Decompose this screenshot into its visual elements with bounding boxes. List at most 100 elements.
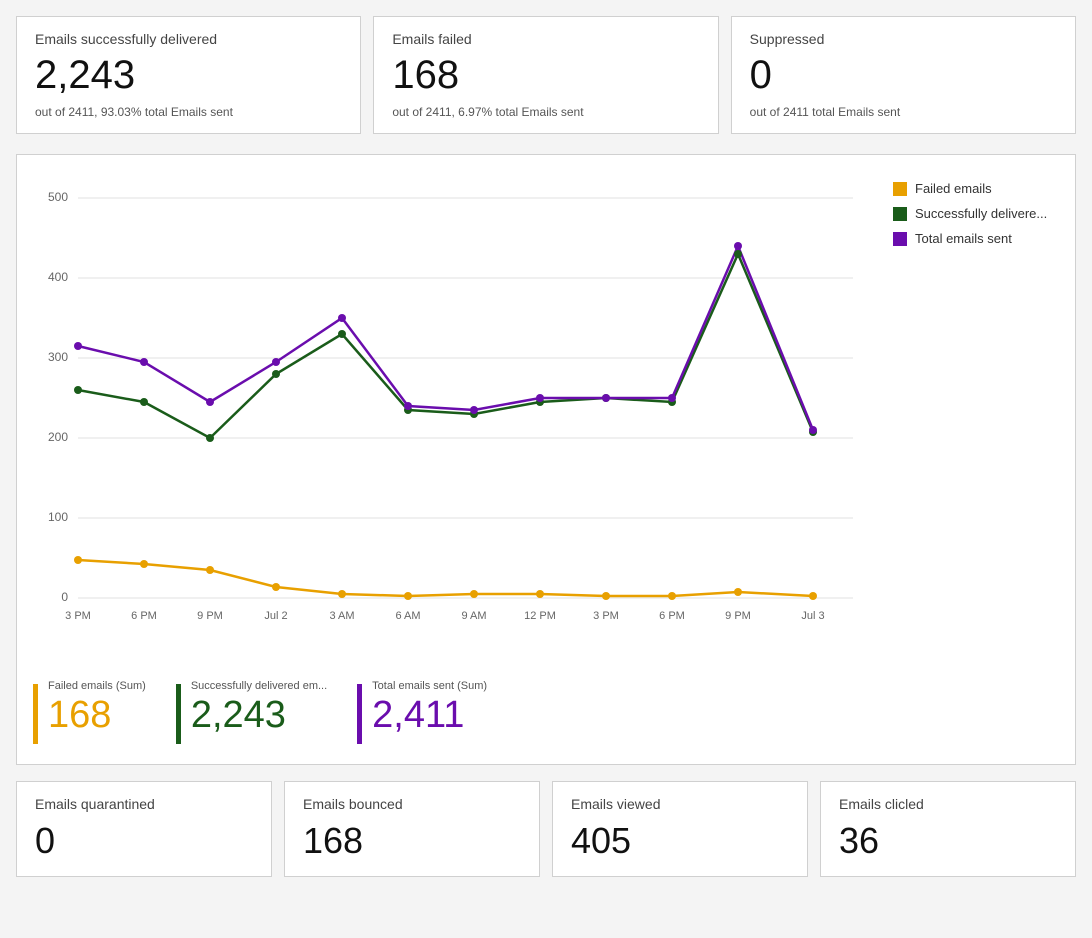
green-dot-3 [206,434,214,442]
purple-line [78,246,813,430]
chart-section: 500 400 300 200 100 0 [16,154,1076,765]
card-bounced-title: Emails bounced [303,796,521,812]
svg-text:9 AM: 9 AM [461,610,486,622]
purple-dot-11 [734,242,742,250]
card-clicked: Emails clicled 36 [820,781,1076,877]
orange-dot-12 [809,592,817,600]
svg-text:100: 100 [48,510,68,524]
legend-total-label: Total emails sent [915,231,1012,246]
card-suppressed-title: Suppressed [750,31,1057,47]
orange-dot-6 [404,592,412,600]
svg-text:500: 500 [48,190,68,204]
summary-failed: Failed emails (Sum) 168 [33,680,146,744]
summary-failed-label: Failed emails (Sum) [48,680,146,692]
orange-dot-7 [470,590,478,598]
legend-total: Total emails sent [893,231,1059,246]
legend-delivered-color [893,207,907,221]
orange-dot-5 [338,590,346,598]
summary-delivered-content: Successfully delivered em... 2,243 [191,680,327,734]
bottom-cards-section: Emails quarantined 0 Emails bounced 168 … [16,781,1076,877]
svg-text:Jul 3: Jul 3 [801,610,824,622]
summary-delivered: Successfully delivered em... 2,243 [176,680,327,744]
card-clicked-title: Emails clicled [839,796,1057,812]
purple-dot-4 [272,358,280,366]
chart-area: 500 400 300 200 100 0 [33,171,873,656]
orange-dot-3 [206,566,214,574]
purple-dot-10 [668,394,676,402]
summary-failed-value: 168 [48,696,146,734]
card-viewed-title: Emails viewed [571,796,789,812]
card-quarantined-value: 0 [35,820,253,862]
legend-total-color [893,232,907,246]
orange-dot-9 [602,592,610,600]
orange-dot-10 [668,592,676,600]
summary-total-bar [357,684,362,744]
svg-text:6 PM: 6 PM [659,610,685,622]
svg-text:3 PM: 3 PM [65,610,91,622]
card-delivered-value: 2,243 [35,53,342,97]
svg-text:200: 200 [48,430,68,444]
legend-failed: Failed emails [893,181,1059,196]
svg-text:Jul 2: Jul 2 [264,610,287,622]
green-dot-2 [140,398,148,406]
card-failed-value: 168 [392,53,699,97]
summary-total: Total emails sent (Sum) 2,411 [357,680,487,744]
card-suppressed: Suppressed 0 out of 2411 total Emails se… [731,16,1076,134]
svg-text:9 PM: 9 PM [197,610,223,622]
card-failed: Emails failed 168 out of 2411, 6.97% tot… [373,16,718,134]
purple-dot-9 [602,394,610,402]
summary-delivered-value: 2,243 [191,696,327,734]
card-viewed: Emails viewed 405 [552,781,808,877]
svg-text:9 PM: 9 PM [725,610,751,622]
card-quarantined-title: Emails quarantined [35,796,253,812]
card-quarantined: Emails quarantined 0 [16,781,272,877]
chart-summary: Failed emails (Sum) 168 Successfully del… [33,666,1059,748]
svg-text:400: 400 [48,270,68,284]
green-dot-1 [74,386,82,394]
orange-dot-4 [272,583,280,591]
card-viewed-value: 405 [571,820,789,862]
svg-text:3 AM: 3 AM [329,610,354,622]
green-dot-4 [272,370,280,378]
green-dot-5 [338,330,346,338]
card-failed-subtitle: out of 2411, 6.97% total Emails sent [392,105,699,119]
card-delivered-title: Emails successfully delivered [35,31,342,47]
orange-dot-8 [536,590,544,598]
purple-dot-7 [470,406,478,414]
summary-failed-bar [33,684,38,744]
top-cards-section: Emails successfully delivered 2,243 out … [16,16,1076,134]
summary-total-label: Total emails sent (Sum) [372,680,487,692]
svg-text:6 AM: 6 AM [395,610,420,622]
purple-dot-3 [206,398,214,406]
line-chart: 500 400 300 200 100 0 [33,171,873,651]
orange-dot-2 [140,560,148,568]
svg-text:300: 300 [48,350,68,364]
chart-legend: Failed emails Successfully delivere... T… [873,171,1059,256]
card-suppressed-subtitle: out of 2411 total Emails sent [750,105,1057,119]
purple-dot-12 [809,426,817,434]
summary-failed-content: Failed emails (Sum) 168 [48,680,146,734]
orange-dot-1 [74,556,82,564]
card-delivered-subtitle: out of 2411, 93.03% total Emails sent [35,105,342,119]
svg-text:12 PM: 12 PM [524,610,556,622]
legend-failed-color [893,182,907,196]
svg-text:3 PM: 3 PM [593,610,619,622]
summary-total-value: 2,411 [372,696,487,734]
summary-delivered-bar [176,684,181,744]
purple-dot-8 [536,394,544,402]
orange-dot-11 [734,588,742,596]
purple-dot-5 [338,314,346,322]
card-bounced: Emails bounced 168 [284,781,540,877]
svg-text:6 PM: 6 PM [131,610,157,622]
svg-text:0: 0 [61,590,68,604]
summary-total-content: Total emails sent (Sum) 2,411 [372,680,487,734]
purple-dot-6 [404,402,412,410]
legend-failed-label: Failed emails [915,181,992,196]
card-delivered: Emails successfully delivered 2,243 out … [16,16,361,134]
card-suppressed-value: 0 [750,53,1057,97]
card-clicked-value: 36 [839,820,1057,862]
purple-dot-1 [74,342,82,350]
orange-line [78,560,813,596]
legend-delivered: Successfully delivere... [893,206,1059,221]
green-line [78,254,813,438]
